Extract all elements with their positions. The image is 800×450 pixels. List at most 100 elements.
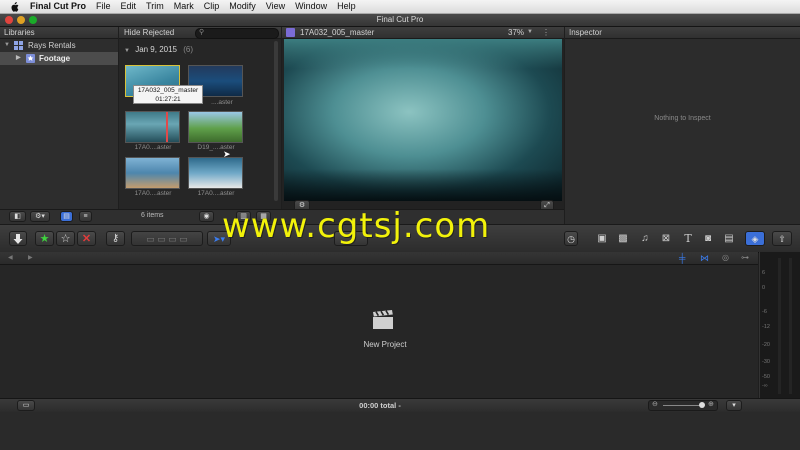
window-title: Final Cut Pro [376,15,424,24]
date-group-header[interactable]: ▼ Jan 9, 2015 (6) [124,45,193,54]
browser-scrollbar[interactable] [274,41,278,201]
minimize-window-icon[interactable] [17,16,25,24]
library-row[interactable]: ▼ Rays Rentals [0,40,118,51]
meter-label: -30 [762,359,770,365]
menu-trim[interactable]: Trim [146,0,164,13]
meter-label: 6 [762,270,766,276]
disclosure-open-icon[interactable]: ▼ [4,40,10,51]
zoom-chevron-down-icon[interactable]: ▼ [527,27,533,38]
clip-label-4: D19_....aster [197,144,235,151]
clip-appearance-icon[interactable]: ◉ [199,211,214,222]
themes-browser-icon[interactable]: ▤ [721,232,737,246]
music-browser-icon[interactable]: ♫ [637,232,653,246]
libraries-pane: Libraries ▼ Rays Rentals ▶ Footage [0,27,118,209]
zoom-in-icon[interactable]: ⊕ [708,400,714,408]
meter-label: -∞ [762,383,768,389]
skimmer-playhead [166,112,168,142]
filmstrip-view-icon[interactable]: ▤ [60,211,73,222]
items-count: 6 items [141,212,164,219]
menu-file[interactable]: File [96,0,111,13]
menu-modify[interactable]: Modify [229,0,256,13]
titles-browser-icon[interactable]: T [680,232,696,246]
zoom-window-icon[interactable] [29,16,37,24]
water-surface [284,39,562,69]
toggle-sidebar-icon[interactable]: ◧ [9,211,26,222]
clip-thumbnail-4[interactable] [188,111,243,143]
meter-label: -12 [762,324,770,330]
reject-icon[interactable]: ✕ [77,231,96,246]
date-group-label: Jan 9, 2015 [135,45,177,54]
library-icon [14,41,23,50]
clip-label-2: ....aster [211,99,233,106]
history-forward-icon[interactable]: ▶ [28,252,33,264]
clip-star-icon [286,28,295,37]
menu-clip[interactable]: Clip [204,0,220,13]
import-button[interactable] [9,231,27,246]
history-back-icon[interactable]: ◀ [8,252,13,264]
group-count: (6) [183,45,194,54]
viewer-pane: 17A032_005_master 37% ▼ ⋮ ⚙ ⤢ [282,27,564,212]
zoom-thumb[interactable] [699,402,705,408]
import-arrow-icon [13,234,23,244]
keyword-key-icon[interactable]: ⚷ [106,231,125,246]
menu-window[interactable]: Window [295,0,327,13]
zoom-slider[interactable]: ⊖ ⊕ [648,400,718,411]
clip-thumbnail-6[interactable] [188,157,243,189]
library-name: Rays Rentals [28,41,76,50]
apple-menu-icon[interactable] [10,1,20,12]
timeline-total: 00:00 total - [359,401,401,410]
zoom-out-icon[interactable]: ⊖ [652,400,658,408]
viewer-header: 17A032_005_master 37% ▼ ⋮ [282,27,564,39]
menu-mark[interactable]: Mark [174,0,194,13]
clip-appearance-button[interactable]: ▾ [726,400,742,411]
snapping-icon[interactable]: ⊶ [741,253,749,263]
edit-mode-buttons[interactable]: ▭ ▭ ▭ ▭ [131,231,203,246]
browser-header: Hide Rejected ⚲ [119,27,281,39]
event-row-footage[interactable]: ▶ Footage [0,52,118,65]
clip-label-5: 17A0....aster [134,190,172,197]
solo-icon[interactable]: ◎ [722,253,729,263]
clip-tooltip: 17A032_005_master 01:27:21 [133,85,203,104]
video-frame[interactable] [284,39,562,201]
menu-app[interactable]: Final Cut Pro [30,0,86,13]
timeline-header: ◀ ▶ ╪ ⋈ ◎ ⊶ [0,252,758,265]
transitions-browser-icon[interactable]: ⊠ [658,232,674,246]
inspector-empty-message: Nothing to Inspect [654,115,711,122]
menu-edit[interactable]: Edit [121,0,137,13]
menu-help[interactable]: Help [337,0,356,13]
photo-browser-icon[interactable]: ▩ [615,232,631,246]
meter-left [778,258,781,394]
effects-browser-icon[interactable]: ▣ [594,232,610,246]
retime-icon[interactable]: ◷ [564,231,578,246]
close-window-icon[interactable] [5,16,13,24]
meter-label: -6 [762,309,767,315]
filter-popup[interactable]: Hide Rejected [124,27,174,38]
clip-thumbnail-3[interactable] [125,111,180,143]
clip-thumbnail-5[interactable] [125,157,180,189]
timeline-area[interactable]: New Project [0,265,758,398]
zoom-track [663,405,701,406]
generators-browser-icon[interactable]: ◙ [700,232,716,246]
meter-right [789,258,792,394]
action-gear-icon[interactable]: ⚙▾ [30,211,50,222]
menu-view[interactable]: View [266,0,285,13]
browser-pane: Hide Rejected ⚲ ▼ Jan 9, 2015 (6) 17A032… [119,27,281,209]
browser-search-field[interactable]: ⚲ [195,28,279,39]
inspector-toggle-icon[interactable]: ◈ [745,231,765,246]
unrate-star-icon[interactable]: ☆ [56,231,75,246]
inspector-pane: Inspector Nothing to Inspect [565,27,800,224]
meter-label: -20 [762,342,770,348]
water-depth [284,169,562,201]
disclosure-closed-icon[interactable]: ▶ [16,52,21,65]
view-options-icon[interactable]: ⋮ [542,27,550,38]
clip-label-6: 17A0....aster [197,190,235,197]
clip-skimming-icon[interactable]: ╪ [679,253,685,263]
share-icon[interactable]: ⇧ [772,231,792,246]
audio-skimming-icon[interactable]: ⋈ [700,253,709,263]
list-view-icon[interactable]: ≡ [79,211,92,222]
favorite-star-icon[interactable]: ★ [35,231,54,246]
viewer-zoom[interactable]: 37% [508,27,524,38]
group-disclosure-icon[interactable]: ▼ [124,48,130,54]
timeline-index-icon[interactable]: ▭ [17,400,35,411]
libraries-header: Libraries [0,27,118,39]
